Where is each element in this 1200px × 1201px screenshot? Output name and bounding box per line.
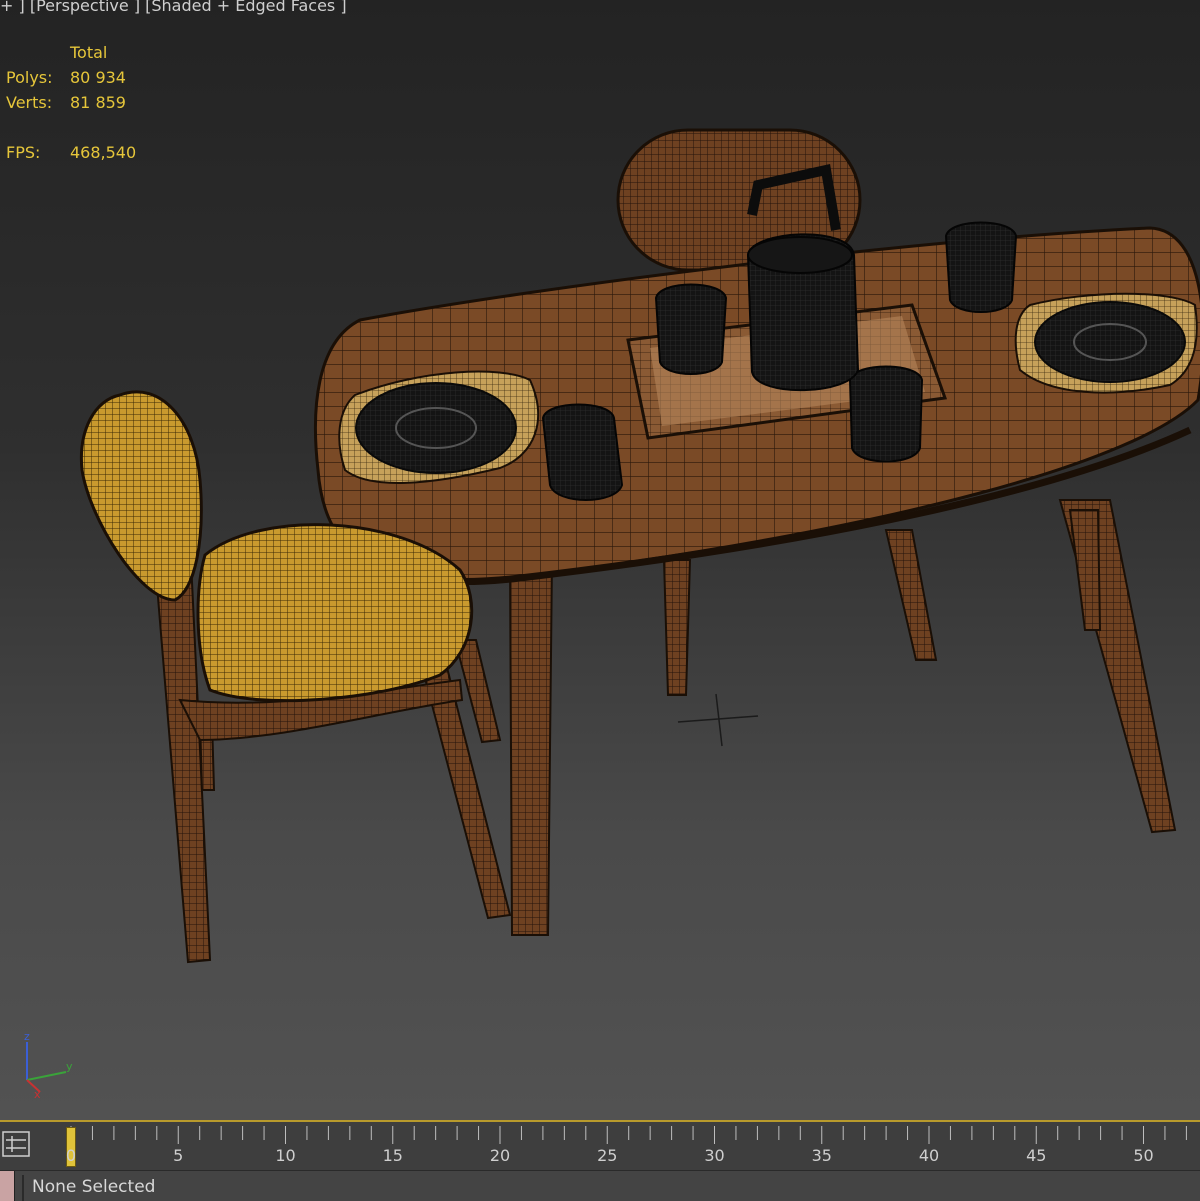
timeline-tick-label: 25 — [597, 1146, 618, 1165]
polys-value: 80 934 — [70, 68, 126, 87]
timeline-tick-label: 15 — [382, 1146, 403, 1165]
right-placemat[interactable] — [1014, 292, 1198, 394]
timeline-tick-label: 5 — [173, 1146, 184, 1165]
status-separator — [22, 1175, 24, 1201]
timeline-tick-label: 30 — [704, 1146, 725, 1165]
cursor-crosshair — [677, 693, 759, 747]
stats-header: Total — [70, 43, 108, 62]
max-app: + ] [Perspective ] [Shaded + Edged Faces… — [0, 0, 1200, 1201]
fps-label: FPS: — [6, 143, 41, 162]
scene-render[interactable] — [0, 0, 1200, 1120]
timeline-tick-label: 10 — [275, 1146, 296, 1165]
viewport-label[interactable]: + ] [Perspective ] [Shaded + Edged Faces… — [0, 0, 347, 15]
verts-label: Verts: — [6, 93, 53, 112]
timeline-tick-label: 45 — [1026, 1146, 1047, 1165]
statistics-overlay: Total Polys: 80 934 Verts: 81 859 FPS: 468,… — [6, 40, 136, 165]
timeline-tick-label: 50 — [1133, 1146, 1154, 1165]
axis-gizmo-icon: z y x — [24, 1030, 73, 1100]
timeline-tick-label: 40 — [918, 1146, 940, 1165]
mini-curve-editor-icon[interactable] — [2, 1130, 32, 1160]
gizmo-y-label: y — [66, 1060, 73, 1073]
perspective-viewport[interactable]: + ] [Perspective ] [Shaded + Edged Faces… — [0, 0, 1200, 1120]
status-bar: None Selected — [0, 1170, 1200, 1201]
gizmo-z-label: z — [24, 1030, 30, 1043]
polys-label: Polys: — [6, 68, 53, 87]
max-script-listener-box[interactable] — [0, 1171, 15, 1201]
selection-status: None Selected — [32, 1177, 156, 1197]
gizmo-x-label: x — [34, 1088, 41, 1100]
verts-value: 81 859 — [70, 93, 126, 112]
fps-value: 468,540 — [70, 143, 137, 162]
timeline-tick-label: 35 — [811, 1146, 832, 1165]
time-slider-track[interactable]: 0 5 10 15 20 25 30 35 40 45 50 — [0, 1120, 1200, 1170]
timeline-tick-label: 20 — [489, 1146, 511, 1165]
current-frame-label: 0 — [65, 1146, 77, 1165]
